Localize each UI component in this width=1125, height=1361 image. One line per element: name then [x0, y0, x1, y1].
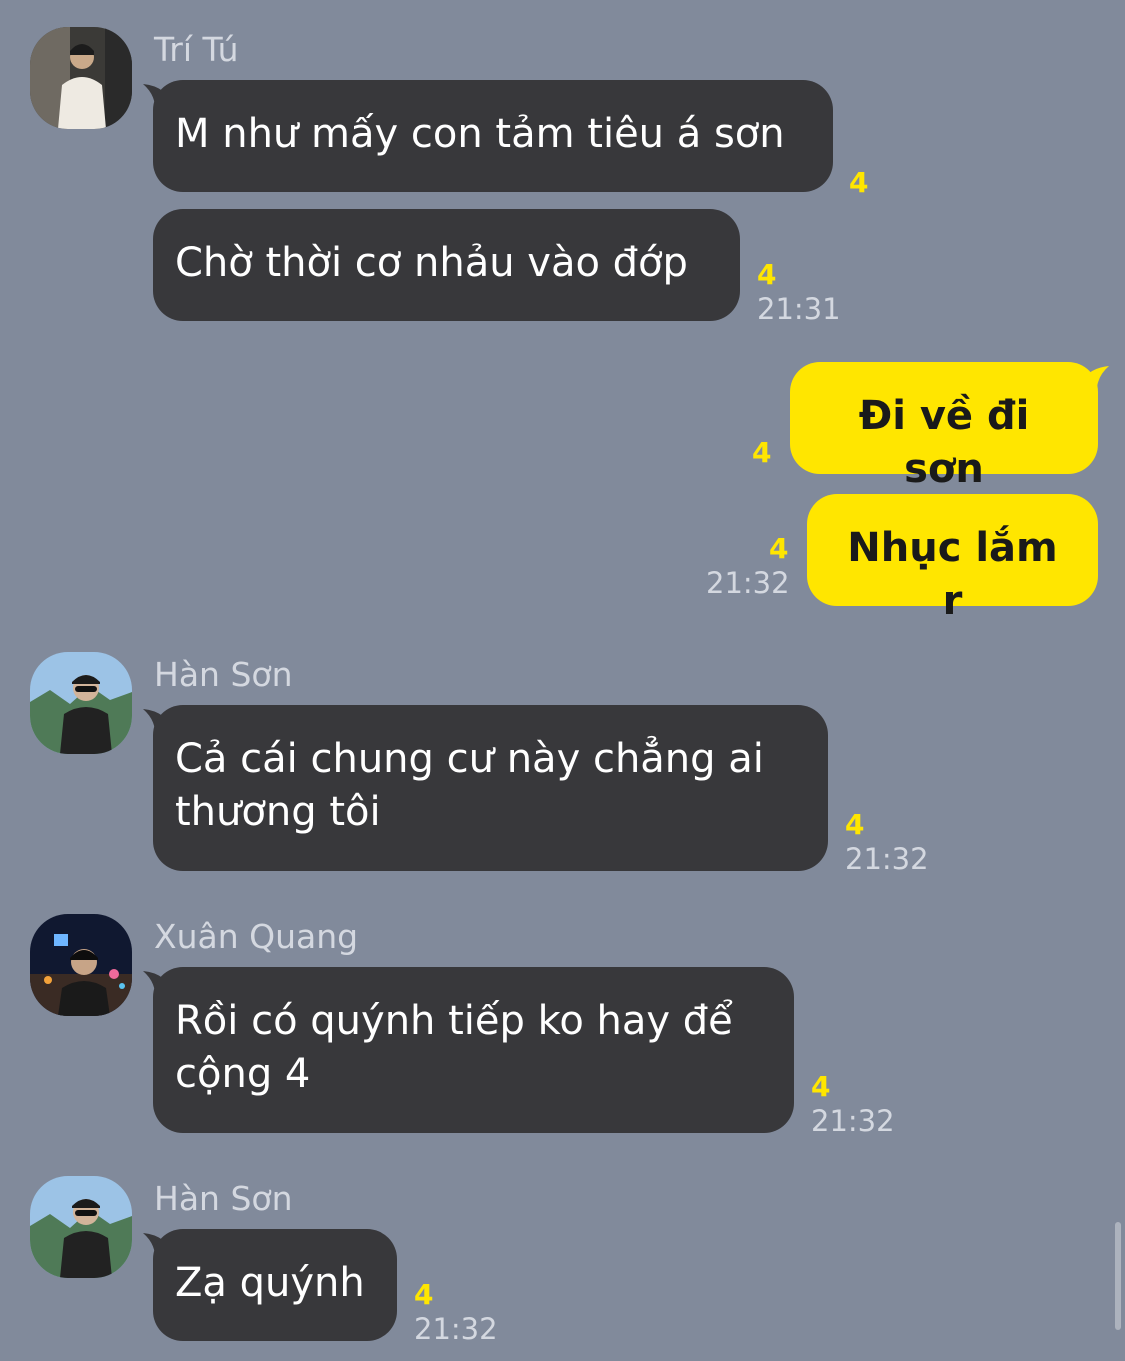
unread-count: 4	[811, 1070, 831, 1103]
unread-count: 4	[414, 1278, 434, 1311]
avatar-tri-tu[interactable]	[30, 27, 132, 129]
avatar-han-son[interactable]	[30, 652, 132, 754]
message-bubble[interactable]: M như mấy con tảm tiêu á sơn	[153, 80, 833, 192]
message-time: 21:31	[757, 292, 841, 326]
bubble-tail	[1075, 366, 1109, 396]
message-bubble[interactable]: Cả cái chung cư này chẳng ai thương tôi	[153, 705, 828, 871]
sender-name: Hàn Sơn	[154, 655, 293, 694]
message-time: 21:32	[414, 1312, 498, 1346]
sender-name: Xuân Quang	[154, 917, 359, 956]
message-bubble-outgoing[interactable]: Nhục lắm r	[807, 494, 1098, 624]
unread-count: 4	[769, 532, 789, 565]
avatar-han-son[interactable]	[30, 1176, 132, 1278]
avatar-xuan-quang[interactable]	[30, 914, 132, 1016]
message-bubble[interactable]: Zạ quýnh	[153, 1229, 397, 1341]
message-bubble[interactable]: Chờ thời cơ nhảu vào đớp	[153, 209, 740, 321]
message-bubble-outgoing[interactable]: Đi về đi sơn	[790, 362, 1098, 492]
unread-count: 4	[849, 166, 869, 199]
message-bubble[interactable]: Rồi có quýnh tiếp ko hay để cộng 4	[153, 967, 794, 1133]
message-time: 21:32	[811, 1104, 895, 1138]
unread-count: 4	[845, 808, 865, 841]
message-time: 21:32	[845, 842, 929, 876]
message-time: 21:32	[706, 566, 790, 600]
sender-name: Hàn Sơn	[154, 1179, 293, 1218]
sender-name: Trí Tú	[154, 30, 239, 69]
scrollbar[interactable]	[1115, 1222, 1121, 1330]
unread-count: 4	[757, 258, 777, 291]
unread-count: 4	[752, 436, 772, 469]
